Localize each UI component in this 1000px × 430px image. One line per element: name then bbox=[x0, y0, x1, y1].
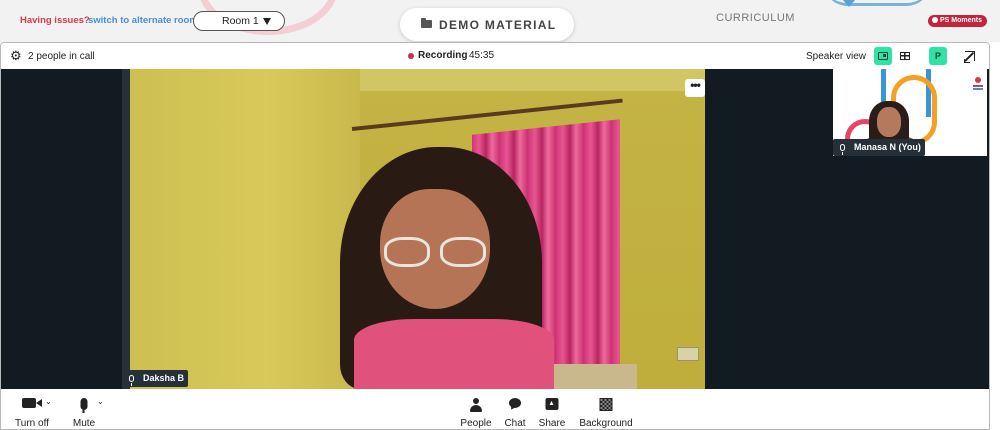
mic-icon bbox=[129, 375, 134, 386]
caret-down-icon bbox=[263, 18, 271, 25]
logo-icon bbox=[973, 77, 983, 90]
view-mode-label: Speaker view bbox=[806, 51, 867, 62]
gear-icon[interactable]: ⚙ bbox=[10, 49, 22, 62]
call-window: ⚙ 2 people in call Recording 45:35 Speak… bbox=[0, 42, 990, 430]
folder-icon bbox=[421, 18, 432, 28]
ps-moments-icon bbox=[932, 16, 938, 23]
chat-button[interactable]: Chat bbox=[500, 389, 530, 429]
background-icon bbox=[599, 398, 613, 411]
mute-label: Mute bbox=[72, 418, 96, 429]
chat-label: Chat bbox=[504, 418, 526, 429]
room-select[interactable]: Room 1 bbox=[193, 11, 285, 31]
video-stage: ••• Daksha B Manasa N (You) bbox=[1, 69, 989, 389]
recording-timer: 45:35 bbox=[469, 50, 495, 61]
self-name-tag: Manasa N (You) bbox=[833, 139, 925, 156]
people-count: 2 people in call bbox=[28, 51, 95, 62]
chevron-down-icon[interactable]: ⌄ bbox=[97, 397, 104, 406]
ps-moments-label: PS Moments bbox=[940, 17, 983, 24]
mute-button[interactable]: Mute bbox=[63, 389, 105, 429]
decorative-arc bbox=[822, 0, 932, 6]
tab-demo-material[interactable]: DEMO MATERIAL bbox=[400, 8, 574, 41]
main-participant-name: Daksha B bbox=[143, 373, 185, 383]
background-button[interactable]: Background bbox=[575, 389, 637, 429]
recording-label: Recording bbox=[418, 50, 468, 61]
chevron-down-icon[interactable]: ⌄ bbox=[45, 397, 52, 406]
people-icon bbox=[470, 398, 482, 412]
camera-toggle-button[interactable]: Turn off bbox=[9, 389, 55, 429]
grid-icon bbox=[900, 52, 910, 60]
issues-text: Having issues? bbox=[20, 15, 90, 26]
share-label: Share bbox=[538, 418, 566, 429]
room-select-value: Room 1 bbox=[222, 15, 259, 27]
microphone-icon bbox=[80, 398, 88, 413]
more-options-button[interactable]: ••• bbox=[685, 79, 705, 97]
self-participant-name: Manasa N (You) bbox=[854, 142, 921, 152]
video-call-page: Having issues? switch to alternate room … bbox=[0, 0, 1000, 430]
speaker-view-icon bbox=[878, 52, 888, 60]
background-label: Background bbox=[579, 418, 633, 429]
speaker-view-button[interactable] bbox=[874, 47, 892, 65]
top-bar: Having issues? switch to alternate room … bbox=[0, 0, 1000, 42]
alternate-room-link[interactable]: switch to alternate room bbox=[88, 15, 198, 26]
camera-toggle-label: Turn off bbox=[15, 418, 49, 429]
people-button[interactable]: People bbox=[456, 389, 496, 429]
share-button[interactable]: Share bbox=[536, 389, 568, 429]
chat-icon bbox=[509, 398, 521, 408]
tab-demo-material-label: DEMO MATERIAL bbox=[439, 18, 557, 32]
recording-dot-icon bbox=[408, 53, 414, 59]
tab-indicator-icon bbox=[843, 0, 855, 7]
main-participant-video bbox=[122, 69, 705, 389]
camera-icon bbox=[22, 398, 42, 408]
call-header: ⚙ 2 people in call Recording 45:35 Speak… bbox=[1, 43, 989, 69]
people-label: People bbox=[460, 418, 492, 429]
pin-p-button[interactable]: P bbox=[929, 47, 947, 65]
mic-icon bbox=[840, 144, 845, 155]
fullscreen-button[interactable] bbox=[961, 47, 979, 65]
grid-view-button[interactable] bbox=[896, 47, 914, 65]
main-participant-name-tag: Daksha B bbox=[122, 370, 189, 387]
tab-curriculum[interactable]: CURRICULUM bbox=[716, 12, 795, 24]
share-screen-icon bbox=[545, 398, 559, 410]
ps-moments-button[interactable]: PS Moments bbox=[928, 15, 988, 27]
call-controls: Turn off ⌄ Mute ⌄ People Chat Share Back… bbox=[1, 389, 989, 429]
